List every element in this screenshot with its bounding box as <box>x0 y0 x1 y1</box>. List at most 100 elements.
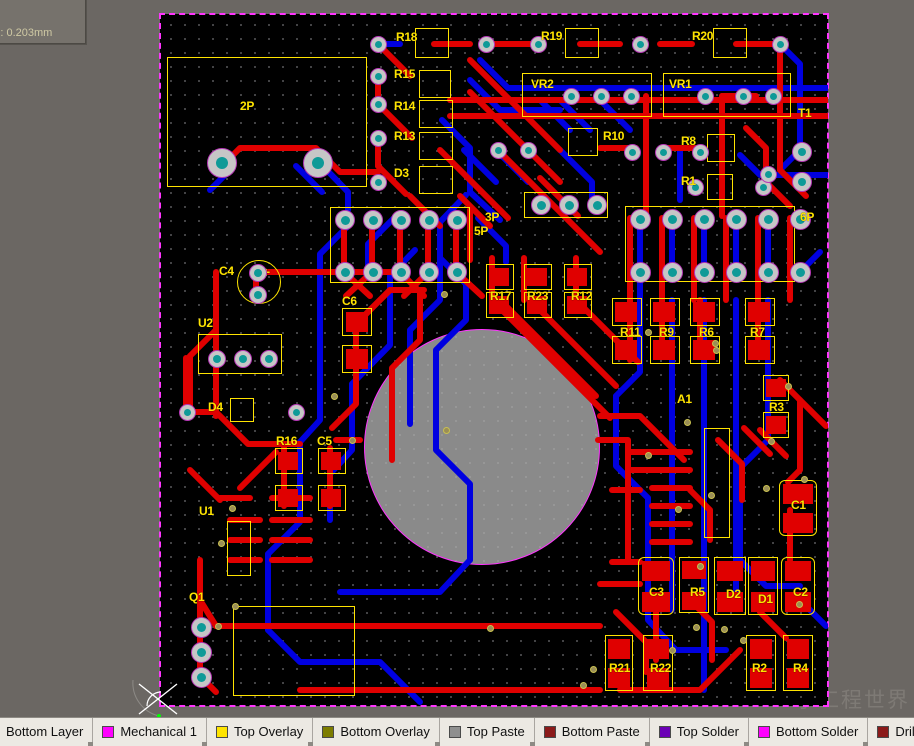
via <box>684 419 691 426</box>
silk-d4 <box>230 398 254 422</box>
layer-tab-bottom-solder[interactable]: Bottom Solder <box>748 718 869 746</box>
layer-tab-label: Top Solder <box>676 724 739 739</box>
via <box>712 340 719 347</box>
designator-r1[interactable]: R1 <box>681 174 696 188</box>
designator-c3[interactable]: C3 <box>649 585 664 599</box>
through-hole-pad <box>531 195 551 215</box>
smd-pad <box>783 513 813 533</box>
pcb-canvas[interactable]: 子工程世界 2P R18 R19 R20 R15 R14 R13 D3 VR2 … <box>0 0 914 718</box>
designator-r12[interactable]: R12 <box>571 289 592 303</box>
designator-r9[interactable]: R9 <box>659 325 674 339</box>
layer-tab-top-paste[interactable]: Top Paste <box>439 718 535 746</box>
layer-tab-bottom-layer[interactable]: Bottom Layer <box>0 718 94 746</box>
through-hole-pad <box>370 36 387 53</box>
through-hole-pad <box>790 262 811 283</box>
designator-r18[interactable]: R18 <box>396 30 417 44</box>
designator-3p[interactable]: 3P <box>485 210 499 224</box>
through-hole-pad <box>655 144 672 161</box>
designator-r8[interactable]: R8 <box>681 134 696 148</box>
layer-color-swatch-icon <box>757 726 770 738</box>
layer-tab-bar[interactable]: Bottom Layer Mechanical 1 Top Overlay Botto… <box>0 717 914 746</box>
designator-c1[interactable]: C1 <box>791 498 806 512</box>
layer-tab-top-solder[interactable]: Top Solder <box>649 718 750 746</box>
designator-c2[interactable]: C2 <box>793 585 808 599</box>
designator-r4[interactable]: R4 <box>793 661 808 675</box>
layer-tab-mechanical-1[interactable]: Mechanical 1 <box>93 718 207 746</box>
smd-pad <box>278 489 298 507</box>
designator-r11[interactable]: R11 <box>620 325 641 339</box>
via <box>801 476 808 483</box>
designator-2p[interactable]: 2P <box>240 99 254 113</box>
through-hole-pad <box>363 210 383 230</box>
layer-color-swatch-icon <box>658 726 671 738</box>
smd-pad <box>787 639 809 659</box>
designator-r21[interactable]: R21 <box>609 661 630 675</box>
designator-c4[interactable]: C4 <box>219 264 234 278</box>
designator-d2[interactable]: D2 <box>726 587 741 601</box>
designator-u1[interactable]: U1 <box>199 504 214 518</box>
designator-c6[interactable]: C6 <box>342 294 357 308</box>
designator-r5[interactable]: R5 <box>690 585 705 599</box>
through-hole-pad <box>370 96 387 113</box>
through-hole-pad <box>288 404 305 421</box>
smd-pad <box>750 639 772 659</box>
cutout-grid <box>365 330 599 564</box>
via <box>218 540 225 547</box>
status-line-snap: nap: 0.203mm <box>0 27 53 39</box>
designator-c5[interactable]: C5 <box>317 434 332 448</box>
layer-tab-label: Drill Guide <box>895 724 914 739</box>
designator-6p[interactable]: 6P <box>800 210 814 224</box>
designator-r19[interactable]: R19 <box>541 29 562 43</box>
designator-r2[interactable]: R2 <box>752 661 767 675</box>
through-hole-pad <box>624 144 641 161</box>
smd-pad <box>653 340 675 360</box>
designator-a1[interactable]: A1 <box>677 392 692 406</box>
layer-tab-drill-guide[interactable]: Drill Guide <box>868 718 914 746</box>
silk-r14 <box>419 100 453 128</box>
via <box>645 329 652 336</box>
layer-tab-label: Bottom Overlay <box>340 724 430 739</box>
designator-u2[interactable]: U2 <box>198 316 213 330</box>
designator-d1[interactable]: D1 <box>758 592 773 606</box>
designator-r14[interactable]: R14 <box>394 99 415 113</box>
through-hole-pad <box>391 262 411 282</box>
layer-tab-bottom-overlay[interactable]: Bottom Overlay <box>313 718 440 746</box>
smd-pad <box>751 561 775 581</box>
designator-r15[interactable]: R15 <box>394 67 415 81</box>
designator-vr1[interactable]: VR1 <box>669 77 692 91</box>
via <box>763 485 770 492</box>
through-hole-pad <box>191 642 212 663</box>
designator-r7[interactable]: R7 <box>750 325 765 339</box>
designator-r20[interactable]: R20 <box>692 29 713 43</box>
layer-tab-label: Top Paste <box>466 724 525 739</box>
layer-color-swatch-icon <box>322 726 335 738</box>
designator-5p[interactable]: 5P <box>474 224 488 238</box>
through-hole-pad <box>632 36 649 53</box>
designator-q1[interactable]: Q1 <box>189 590 205 604</box>
designator-r23[interactable]: R23 <box>527 289 548 303</box>
smd-pad <box>748 340 770 360</box>
layer-tab-top-overlay[interactable]: Top Overlay <box>206 718 314 746</box>
designator-vr2[interactable]: VR2 <box>531 77 554 91</box>
smd-pad <box>615 340 637 360</box>
designator-d3[interactable]: D3 <box>394 166 409 180</box>
through-hole-pad <box>630 209 651 230</box>
designator-r10[interactable]: R10 <box>603 129 624 143</box>
designator-r16[interactable]: R16 <box>276 434 297 448</box>
via <box>669 647 676 654</box>
via <box>697 563 704 570</box>
designator-r13[interactable]: R13 <box>394 129 415 143</box>
designator-r22[interactable]: R22 <box>650 661 671 675</box>
smd-pad <box>748 302 770 322</box>
through-hole-pad <box>335 210 355 230</box>
designator-r3[interactable]: R3 <box>769 400 784 414</box>
designator-r17[interactable]: R17 <box>490 289 511 303</box>
designator-r6[interactable]: R6 <box>699 325 714 339</box>
designator-t1[interactable]: T1 <box>798 106 812 120</box>
layer-tab-bottom-paste[interactable]: Bottom Paste <box>534 718 650 746</box>
via <box>232 603 239 610</box>
through-hole-pad <box>191 667 212 688</box>
via <box>713 347 720 354</box>
designator-d4[interactable]: D4 <box>208 400 223 414</box>
via <box>785 383 792 390</box>
